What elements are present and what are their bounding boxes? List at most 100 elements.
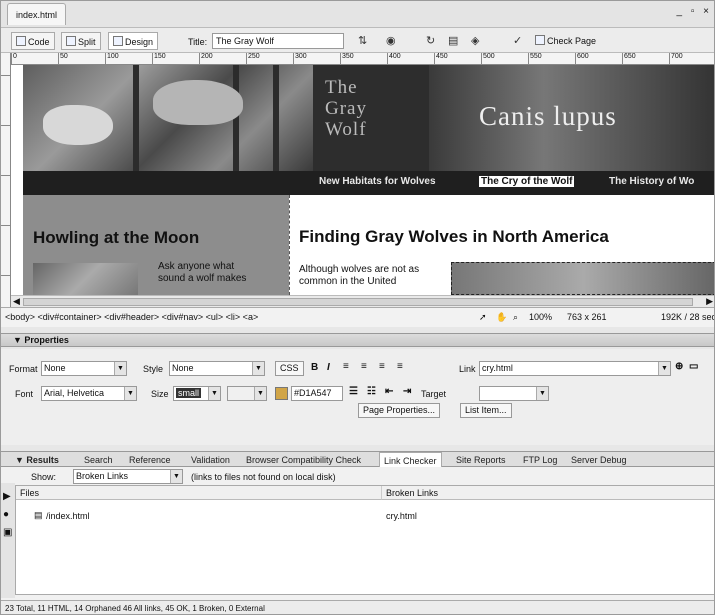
color-input[interactable]: #D1A547	[291, 386, 343, 401]
style-select[interactable]: None ▼	[169, 361, 265, 376]
format-select[interactable]: None ▼	[41, 361, 127, 376]
refresh-icon[interactable]: ↻	[426, 34, 435, 47]
target-select[interactable]: ▼	[479, 386, 549, 401]
tab-ftp-log[interactable]: FTP Log	[523, 455, 557, 465]
site-title: The Gray Wolf	[313, 65, 429, 171]
ruler-tick: 700	[669, 53, 683, 64]
file-management-icon[interactable]: ⇅	[358, 34, 367, 47]
nav-link-cry-of-wolf[interactable]: The Cry of the Wolf	[479, 176, 575, 187]
view-options-icon[interactable]: ▤	[448, 34, 458, 47]
point-to-file-icon[interactable]: ⊕	[675, 361, 683, 372]
split-view-button[interactable]: Split	[61, 32, 101, 50]
css-button[interactable]: CSS	[275, 361, 304, 376]
title-input[interactable]: The Gray Wolf	[212, 33, 344, 49]
font-value: Arial, Helvetica	[44, 388, 105, 398]
style-value: None	[172, 363, 194, 373]
validate-markup-icon[interactable]: ✓	[513, 34, 522, 47]
main-text-line: Although wolves are not as	[299, 264, 420, 275]
horizontal-scrollbar[interactable]: ◀ ▶	[11, 295, 714, 307]
design-icon	[113, 36, 123, 46]
zoom-select[interactable]: 100%	[529, 312, 552, 322]
ruler-tick: 400	[387, 53, 401, 64]
nav-link-new-habitats[interactable]: New Habitats for Wolves	[319, 176, 436, 187]
chevron-down-icon: ▼	[254, 387, 266, 400]
window-controls[interactable]: _ ▫ ×	[676, 6, 712, 17]
link-label: Link	[459, 364, 476, 374]
title-bar: index.html _ ▫ ×	[1, 1, 714, 27]
color-swatch[interactable]	[275, 387, 288, 400]
size-unit-select[interactable]: ▼	[227, 386, 267, 401]
justify-icon[interactable]: ≡	[397, 361, 403, 372]
ruler-tick	[1, 75, 11, 76]
tag-selector[interactable]: <body> <div#container> <div#header> <div…	[5, 312, 258, 322]
play-icon[interactable]: ▶	[3, 491, 11, 502]
chevron-down-icon: ▼	[208, 387, 220, 400]
nav-link-history[interactable]: The History of Wo	[609, 176, 694, 187]
ruler-tick: 0	[11, 53, 17, 64]
size-label: Size	[151, 389, 169, 399]
outdent-icon[interactable]: ⇤	[385, 386, 393, 397]
file-path[interactable]: /index.html	[46, 511, 90, 521]
format-label: Format	[9, 364, 38, 374]
visual-aids-icon[interactable]: ◈	[471, 34, 479, 47]
list-item-button[interactable]: List Item...	[460, 403, 512, 418]
indent-icon[interactable]: ⇥	[403, 386, 411, 397]
bold-button[interactable]: B	[311, 362, 318, 373]
tab-server-debug[interactable]: Server Debug	[571, 455, 627, 465]
file-icon: ▤	[34, 510, 43, 520]
preview-browser-icon[interactable]: ◉	[386, 34, 396, 47]
tab-search[interactable]: Search	[84, 455, 113, 465]
unordered-list-icon[interactable]: ☰	[349, 386, 358, 397]
zoom-tool-icon[interactable]: ⌕	[513, 312, 518, 323]
align-left-icon[interactable]: ≡	[343, 361, 349, 372]
page-properties-button[interactable]: Page Properties...	[358, 403, 441, 418]
link-input[interactable]: cry.html ▼	[479, 361, 671, 376]
ruler-tick: 250	[246, 53, 260, 64]
tab-validation[interactable]: Validation	[191, 455, 230, 465]
document-tab[interactable]: index.html	[7, 3, 67, 25]
column-divider	[289, 195, 290, 295]
window-size-select[interactable]: 763 x 261	[567, 312, 607, 322]
results-summary: 23 Total, 11 HTML, 14 Orphaned 46 All li…	[1, 600, 714, 614]
column-broken-links[interactable]: Broken Links	[382, 486, 714, 500]
stop-icon[interactable]: ●	[3, 509, 9, 520]
ruler-tick: 350	[340, 53, 354, 64]
scroll-left-icon[interactable]: ◀	[13, 296, 20, 307]
ruler-tick	[1, 275, 11, 276]
scroll-right-icon[interactable]: ▶	[706, 296, 713, 307]
design-view[interactable]: The Gray Wolf Canis lupus New Habitats f…	[11, 65, 714, 295]
properties-panel: Format None ▼ Style None ▼ CSS B I ≡ ≡ ≡ ≡…	[1, 349, 714, 445]
design-view-button[interactable]: Design	[108, 32, 159, 50]
show-label: Show:	[31, 472, 57, 482]
tab-browser-compatibility[interactable]: Browser Compatibility Check	[246, 455, 361, 465]
ruler-tick: 500	[481, 53, 495, 64]
ruler-tick: 200	[199, 53, 213, 64]
ruler-tick: 150	[152, 53, 166, 64]
show-hint: (links to files not found on local disk)	[191, 472, 336, 482]
code-view-button[interactable]: Code	[11, 32, 55, 50]
results-title[interactable]: ▼ Results	[15, 455, 59, 465]
dreamweaver-window: index.html _ ▫ × Code Split Design Title…	[0, 0, 715, 615]
align-center-icon[interactable]: ≡	[361, 361, 367, 372]
align-right-icon[interactable]: ≡	[379, 361, 385, 372]
select-tool-icon[interactable]: ➚	[479, 312, 487, 323]
browse-folder-icon[interactable]: ▭	[689, 361, 698, 372]
show-select[interactable]: Broken Links ▼	[73, 469, 183, 484]
italic-button[interactable]: I	[327, 362, 330, 373]
tab-reference[interactable]: Reference	[129, 455, 171, 465]
check-page-button[interactable]: Check Page	[531, 32, 600, 50]
ordered-list-icon[interactable]: ☷	[367, 386, 376, 397]
scroll-thumb[interactable]	[23, 298, 693, 306]
font-select[interactable]: Arial, Helvetica ▼	[41, 386, 137, 401]
properties-panel-header[interactable]: ▼ Properties	[1, 333, 714, 347]
sidebar-heading: Howling at the Moon	[33, 228, 200, 247]
tab-site-reports[interactable]: Site Reports	[456, 455, 506, 465]
column-files[interactable]: Files	[16, 486, 382, 500]
broken-link[interactable]: cry.html	[386, 511, 417, 521]
tab-link-checker[interactable]: Link Checker	[379, 452, 442, 468]
size-select[interactable]: small ▼	[173, 386, 221, 401]
title-label: Title:	[188, 37, 208, 47]
save-report-icon[interactable]: ▣	[3, 527, 12, 538]
chevron-down-icon: ▼	[170, 470, 182, 483]
hand-tool-icon[interactable]: ✋	[496, 312, 507, 323]
